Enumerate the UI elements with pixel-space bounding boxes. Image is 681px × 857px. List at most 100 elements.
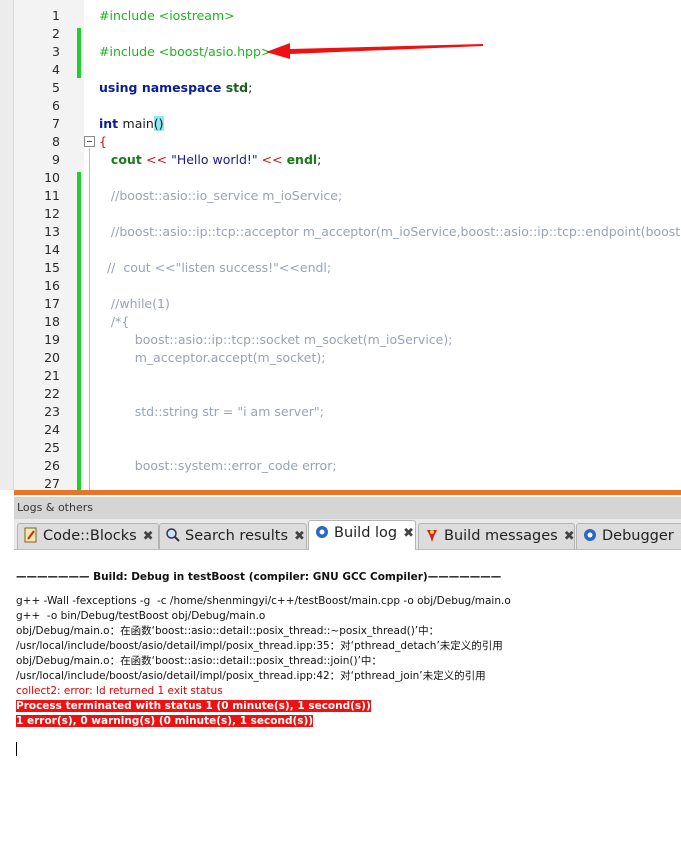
gear-icon (582, 527, 598, 543)
code-line[interactable]: 5 using namespace std; (14, 79, 681, 97)
code-line[interactable]: 23 std::string str = "i am server"; (14, 403, 681, 421)
line-number: 4 (52, 62, 60, 77)
code-line[interactable]: 25 (14, 439, 681, 457)
build-log-line: collect2: error: ld returned 1 exit stat… (16, 684, 223, 698)
line-number: 13 (44, 224, 60, 239)
line-number: 9 (52, 152, 60, 167)
code-line[interactable]: 15 // cout <<"listen success!"<<endl; (14, 259, 681, 277)
build-log-text: Process terminated with status 1 (0 minu… (16, 700, 371, 712)
tab-label: Build messages (444, 528, 558, 544)
code-line[interactable]: 14 (14, 241, 681, 259)
code-line[interactable]: 9 cout << "Hello world!" << endl; (14, 151, 681, 169)
code-line[interactable]: 7 int main() (14, 115, 681, 133)
code-token: //while(1) (99, 296, 170, 311)
code-text: #include <iostream> (99, 7, 235, 25)
code-line[interactable]: 6 (14, 97, 681, 115)
code-line[interactable]: 1 #include <iostream> (14, 7, 681, 25)
close-icon[interactable]: ✖ (403, 522, 414, 546)
code-line[interactable]: 19 boost::asio::ip::tcp::socket m_socket… (14, 331, 681, 349)
code-text: /*{ (99, 313, 129, 331)
line-number: 2 (52, 26, 60, 41)
build-log-line: 1 error(s), 0 warning(s) (0 minute(s), 1… (16, 714, 314, 728)
code-line[interactable]: 21 (14, 367, 681, 385)
tab-debugger[interactable]: Debugger✖ (576, 523, 681, 549)
close-icon[interactable]: ✖ (564, 525, 574, 549)
code-token: //boost::asio::ip::tcp::acceptor m_accep… (99, 224, 681, 239)
line-number: 3 (52, 44, 60, 59)
tab-label: Search results (185, 528, 289, 544)
code-token: std (225, 80, 249, 95)
code-token: std::string str = "i am server"; (99, 404, 324, 419)
code-token: { (99, 134, 107, 149)
code-text: boost::asio::ip::tcp::socket m_socket(m_… (99, 331, 453, 349)
code-line[interactable]: 3 #include <boost/asio.hpp> (14, 43, 681, 61)
code-line[interactable]: 24 (14, 421, 681, 439)
code-token: () (153, 116, 164, 131)
code-token: #include <boost/asio.hpp> (99, 44, 272, 59)
code-text: int main() (99, 115, 164, 133)
code-text: cout << "Hello world!" << endl; (99, 151, 321, 169)
tab-label: Debugger (602, 528, 674, 544)
code-line[interactable]: 8{ (14, 133, 681, 151)
line-number: 27 (44, 476, 60, 490)
build-log-text: 1 error(s), 0 warning(s) (0 minute(s), 1… (16, 715, 314, 727)
build-log-line: obj/Debug/main.o：在函数‘boost::asio::detail… (16, 624, 439, 638)
code-line[interactable]: 13 //boost::asio::ip::tcp::acceptor m_ac… (14, 223, 681, 241)
line-number: 1 (52, 8, 60, 23)
code-line[interactable]: 17 //while(1) (14, 295, 681, 313)
line-number: 7 (52, 116, 60, 131)
build-log-text: obj/Debug/main.o：在函数‘boost::asio::detail… (16, 625, 440, 637)
line-number: 26 (44, 458, 60, 473)
pin-icon (424, 527, 440, 543)
line-number: 16 (44, 278, 60, 293)
code-line[interactable]: 18 /*{ (14, 313, 681, 331)
code-token: m_acceptor.accept(m_socket); (99, 350, 326, 365)
code-line[interactable]: 16 (14, 277, 681, 295)
code-line[interactable]: 22 (14, 385, 681, 403)
code-line[interactable]: 12 (14, 205, 681, 223)
code-token: "Hello world!" (171, 152, 262, 167)
build-log-text: /usr/local/include/boost/asio/detail/imp… (16, 640, 503, 652)
code-text: //boost::asio::io_service m_ioService; (99, 187, 342, 205)
code-text: boost::system::error_code error; (99, 457, 337, 475)
tab-codeblocks[interactable]: Code::Blocks ✖ (17, 523, 159, 549)
code-text: #include <boost/asio.hpp> (99, 43, 271, 61)
build-log-text: g++ -Wall -fexceptions -g -c /home/shenm… (16, 595, 511, 607)
line-number: 23 (44, 404, 60, 419)
panel-splitter[interactable] (14, 490, 681, 495)
text-caret (16, 742, 17, 756)
build-log-header: ——————— Build: Debug in testBoost (compi… (16, 571, 502, 583)
build-log-text: collect2: error: ld returned 1 exit stat… (16, 685, 223, 697)
tab-build-messages[interactable]: Build messages ✖ (418, 523, 575, 549)
code-line[interactable]: 11 //boost::asio::io_service m_ioService… (14, 187, 681, 205)
code-editor[interactable]: 1 #include <iostream> 2 3 #include <boost/as… (0, 0, 681, 490)
logs-tab-bar: Code::Blocks ✖ Search results ✖ Build log ✖… (14, 519, 681, 550)
close-icon[interactable]: ✖ (294, 525, 305, 549)
magnifier-icon (165, 527, 181, 543)
code-line[interactable]: 2 (14, 25, 681, 43)
line-number: 24 (44, 422, 60, 437)
gear-icon (314, 524, 330, 540)
code-line[interactable]: 26 boost::system::error_code error; (14, 457, 681, 475)
document-icon (23, 527, 39, 543)
code-line[interactable]: 10 (14, 169, 681, 187)
code-text: //boost::asio::ip::tcp::acceptor m_accep… (99, 223, 681, 241)
code-text: //while(1) (99, 295, 170, 313)
line-number: 15 (44, 260, 60, 275)
code-token: endl (286, 152, 318, 167)
build-log-line: g++ -Wall -fexceptions -g -c /home/shenm… (16, 594, 511, 608)
code-line[interactable]: 27 (14, 475, 681, 490)
code-text: // cout <<"listen success!"<<endl; (99, 259, 331, 277)
build-log-text: /usr/local/include/boost/asio/detail/imp… (16, 670, 486, 682)
line-number: 22 (44, 386, 60, 401)
line-number: 12 (44, 206, 60, 221)
build-log-output[interactable]: ——————— Build: Debug in testBoost (compi… (14, 550, 681, 857)
code-token: main (122, 116, 154, 131)
close-icon[interactable]: ✖ (143, 525, 154, 549)
code-line[interactable]: 20 m_acceptor.accept(m_socket); (14, 349, 681, 367)
code-token: cout (110, 152, 147, 167)
tab-search-results[interactable]: Search results ✖ (159, 523, 307, 549)
code-token: ; (248, 80, 253, 95)
tab-build-log[interactable]: Build log ✖ (308, 520, 416, 550)
code-line[interactable]: 4 (14, 61, 681, 79)
